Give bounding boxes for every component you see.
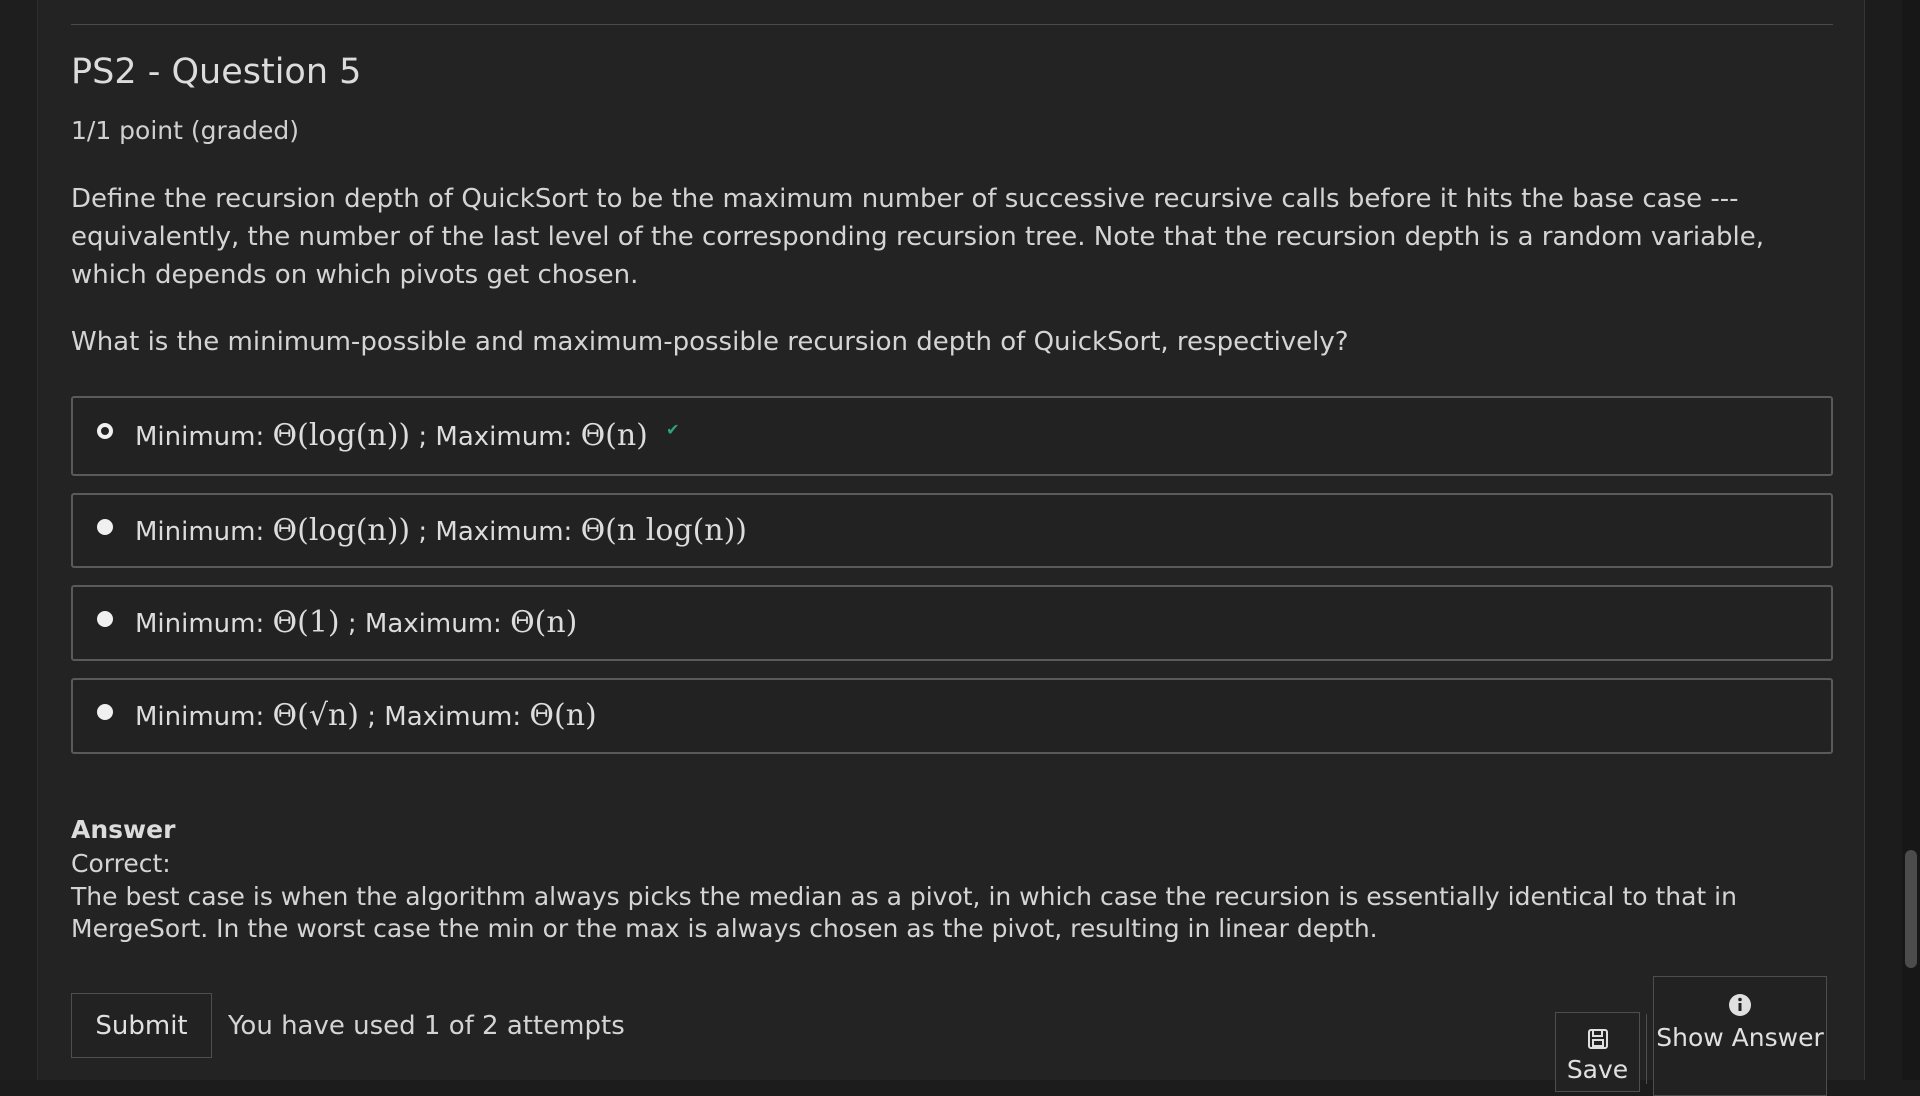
choice-4-min-prefix: Minimum: (135, 702, 265, 732)
problem-prompt: Define the recursion depth of QuickSort … (71, 184, 1765, 290)
info-circle-icon (1729, 994, 1751, 1016)
choice-3-min-prefix: Minimum: (135, 609, 265, 639)
problem-question: What is the minimum-possible and maximum… (71, 327, 1349, 357)
choice-3-label: Minimum: Θ(1) ; Maximum: Θ(n) (135, 605, 577, 640)
attempts-counter: You have used 1 of 2 attempts (228, 1011, 625, 1041)
choice-1-label: Minimum: Θ(log(n)) ; Maximum: Θ(n) ✔ (135, 418, 680, 453)
page-gutter (0, 0, 38, 1080)
answer-heading: Answer (71, 815, 176, 844)
scrollbar-thumb[interactable] (1905, 850, 1917, 968)
choice-3-max-math: Θ(n) (510, 605, 578, 640)
radio-button-selected[interactable] (97, 423, 113, 439)
correct-check-icon: ✔ (666, 420, 680, 440)
choice-4[interactable]: Minimum: Θ(√n) ; Maximum: Θ(n) (71, 678, 1833, 754)
choice-2[interactable]: Minimum: Θ(log(n)) ; Maximum: Θ(n log(n)… (71, 493, 1833, 568)
show-answer-button[interactable]: Show Answer (1653, 976, 1827, 1096)
choice-1-min-math: Θ(log(n)) (272, 418, 411, 453)
choice-1-max-math: Θ(n) (580, 418, 648, 453)
radio-button[interactable] (97, 519, 113, 535)
choice-1-max-prefix: ; Maximum: (418, 422, 573, 452)
choice-1[interactable]: Minimum: Θ(log(n)) ; Maximum: Θ(n) ✔ (71, 396, 1833, 476)
show-answer-label: Show Answer (1656, 1023, 1824, 1052)
answer-status: Correct: (71, 849, 171, 878)
choice-2-min-prefix: Minimum: (135, 517, 265, 547)
radio-button[interactable] (97, 611, 113, 627)
choice-2-min-math: Θ(log(n)) (272, 513, 411, 548)
section-divider (71, 24, 1833, 25)
choice-3-max-prefix: ; Maximum: (347, 609, 502, 639)
choice-4-max-math: Θ(n) (529, 698, 597, 733)
problem-score: 1/1 point (graded) (71, 116, 299, 145)
choice-3[interactable]: Minimum: Θ(1) ; Maximum: Θ(n) (71, 585, 1833, 661)
choice-4-max-prefix: ; Maximum: (367, 702, 522, 732)
radio-button[interactable] (97, 704, 113, 720)
choice-3-min-math: Θ(1) (272, 605, 340, 640)
choice-1-min-prefix: Minimum: (135, 422, 265, 452)
submit-button[interactable]: Submit (71, 993, 212, 1058)
choice-2-label: Minimum: Θ(log(n)) ; Maximum: Θ(n log(n)… (135, 513, 747, 548)
choice-4-label: Minimum: Θ(√n) ; Maximum: Θ(n) (135, 698, 597, 733)
choice-2-max-math: Θ(n log(n)) (580, 513, 748, 548)
save-button[interactable]: Save (1555, 1012, 1640, 1092)
answer-explanation: The best case is when the algorithm alwa… (71, 882, 1737, 943)
problem-title: PS2 - Question 5 (71, 52, 362, 92)
choice-2-max-prefix: ; Maximum: (418, 517, 573, 547)
scrollbar-track[interactable] (1902, 0, 1920, 1080)
button-divider (1646, 1014, 1647, 1084)
choice-4-min-math: Θ(√n) (272, 698, 359, 733)
floppy-disk-icon (1587, 1029, 1608, 1049)
